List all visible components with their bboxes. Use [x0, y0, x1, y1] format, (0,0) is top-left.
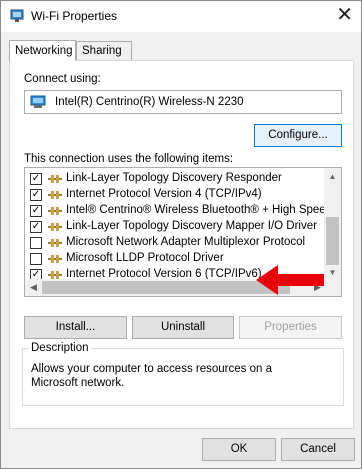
description-legend: Description [29, 342, 91, 354]
ok-button[interactable]: OK [202, 438, 276, 461]
title-bar: Wi-Fi Properties ✕ [1, 1, 361, 32]
item-label: Internet Protocol Version 4 (TCP/IPv4) [66, 188, 262, 200]
close-icon[interactable]: ✕ [336, 3, 353, 27]
items-label: This connection uses the following items… [24, 153, 234, 165]
networking-panel: Connect using: Intel(R) Centrino(R) Wire… [9, 60, 354, 429]
item-label: Link-Layer Topology Discovery Mapper I/O… [66, 220, 317, 232]
list-item[interactable]: Microsoft Network Adapter Multiplexor Pr… [25, 235, 325, 251]
checkbox[interactable]: ✓ [30, 205, 42, 217]
configure-button[interactable]: Configure... [254, 124, 342, 147]
checkbox[interactable]: ✓ [30, 189, 42, 201]
wifi-properties-dialog: Wi-Fi Properties ✕ Networking Sharing Co… [0, 0, 362, 469]
uninstall-button[interactable]: Uninstall [132, 316, 234, 339]
network-card-icon [30, 95, 46, 108]
item-label: Link-Layer Topology Discovery Responder [66, 172, 282, 184]
window-title: Wi-Fi Properties [31, 9, 118, 23]
tab-sharing[interactable]: Sharing [76, 41, 132, 61]
scrollbar-corner [324, 279, 341, 296]
protocol-icon [48, 175, 62, 183]
vertical-scroll-thumb[interactable] [326, 217, 339, 265]
protocol-icon [48, 239, 62, 247]
item-label: Microsoft LLDP Protocol Driver [66, 252, 224, 264]
protocol-icon [48, 191, 62, 199]
properties-button: Properties [239, 316, 342, 339]
connect-using-label: Connect using: [24, 73, 101, 85]
item-label: Intel® Centrino® Wireless Bluetooth® + H… [66, 204, 342, 216]
list-item[interactable]: ✓ Internet Protocol Version 4 (TCP/IPv4) [25, 187, 325, 203]
description-group: Description Allows your computer to acce… [22, 342, 344, 406]
red-arrow-annotation [256, 265, 324, 295]
checkbox[interactable]: ✓ [30, 173, 42, 185]
tab-networking[interactable]: Networking [9, 40, 76, 61]
list-item[interactable]: ✓ Link-Layer Topology Discovery Responde… [25, 171, 325, 187]
adapter-name: Intel(R) Centrino(R) Wireless-N 2230 [55, 96, 244, 108]
vertical-scrollbar[interactable]: ▲ ▼ [324, 168, 341, 281]
cancel-button[interactable]: Cancel [281, 438, 355, 461]
list-item[interactable]: ✓ Intel® Centrino® Wireless Bluetooth® +… [25, 203, 341, 219]
scroll-up-icon[interactable]: ▲ [324, 168, 341, 185]
protocol-icon [48, 207, 62, 215]
install-button[interactable]: Install... [24, 316, 127, 339]
scroll-left-icon[interactable]: ◀ [25, 279, 42, 296]
adapter-field: Intel(R) Centrino(R) Wireless-N 2230 [24, 90, 342, 114]
list-item[interactable]: ✓ Link-Layer Topology Discovery Mapper I… [25, 219, 325, 235]
checkbox[interactable]: ✓ [30, 221, 42, 233]
description-text: Allows your computer to access resources… [31, 363, 272, 389]
horizontal-scroll-thumb[interactable] [42, 281, 290, 294]
checkbox[interactable] [30, 237, 42, 249]
item-label: Microsoft Network Adapter Multiplexor Pr… [66, 236, 306, 248]
protocol-icon [48, 255, 62, 263]
protocol-icon [48, 223, 62, 231]
checkbox[interactable] [30, 253, 42, 265]
network-adapter-icon [10, 9, 24, 22]
